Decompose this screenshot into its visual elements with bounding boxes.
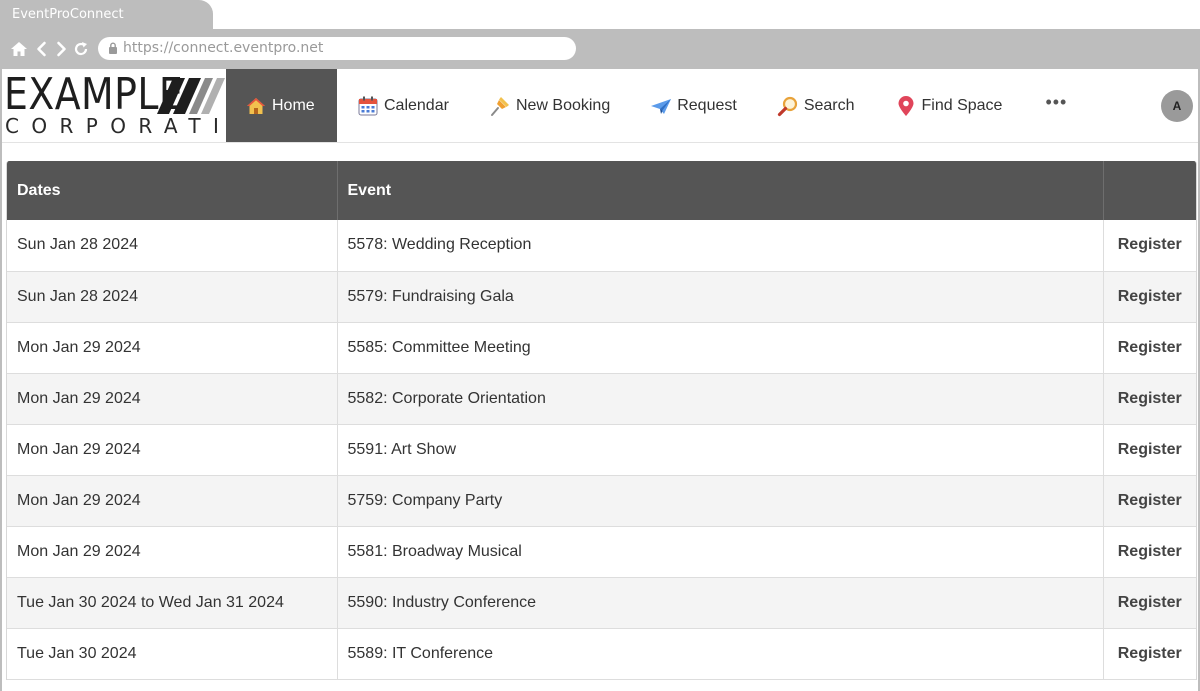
events-table: Dates Event Sun Jan 28 2024 5578: Wedding…: [7, 161, 1196, 680]
nav-item-request[interactable]: Request: [650, 69, 777, 142]
cell-date: Mon Jan 29 2024: [7, 526, 338, 578]
reload-icon[interactable]: [72, 40, 90, 58]
cell-date: Tue Jan 30 2024: [7, 628, 338, 680]
house-icon: [247, 97, 265, 114]
browser-tab-title: EventProConnect: [12, 7, 124, 22]
table-row[interactable]: Mon Jan 29 2024 5585: Committee Meeting Re…: [7, 322, 1196, 374]
top-navigation: EXAMPLE CORPORATION Home Calendar New Bo…: [2, 69, 1198, 143]
table-row[interactable]: Tue Jan 30 2024 to Wed Jan 31 2024 5590: …: [7, 577, 1196, 629]
table-row[interactable]: Mon Jan 29 2024 5582: Corporate Orientati…: [7, 373, 1196, 425]
main-menu: Home Calendar New Booking Request Search…: [226, 69, 1067, 142]
map-pin-icon: [898, 95, 914, 116]
cell-event[interactable]: 5589: IT Conference: [337, 628, 1104, 680]
column-header-action: [1103, 161, 1196, 220]
cell-event[interactable]: 5581: Broadway Musical: [337, 526, 1104, 578]
table-row[interactable]: Mon Jan 29 2024 5759: Company Party Regist…: [7, 475, 1196, 527]
table-header-row: Dates Event: [7, 161, 1196, 220]
back-icon[interactable]: [33, 40, 51, 58]
cell-event[interactable]: 5579: Fundraising Gala: [337, 271, 1104, 323]
nav-label-request: Request: [677, 96, 737, 114]
register-link[interactable]: Register: [1103, 628, 1196, 680]
cell-date: Sun Jan 28 2024: [7, 220, 338, 272]
cell-event[interactable]: 5590: Industry Conference: [337, 577, 1104, 629]
cell-event[interactable]: 5578: Wedding Reception: [337, 220, 1104, 272]
cell-date: Mon Jan 29 2024: [7, 424, 338, 476]
paper-plane-icon: [651, 98, 672, 114]
cell-date: Mon Jan 29 2024: [7, 373, 338, 425]
nav-label-calendar: Calendar: [384, 96, 449, 114]
lock-icon: [109, 42, 117, 54]
nav-item-find-space[interactable]: Find Space: [895, 69, 1043, 142]
browser-tab[interactable]: EventProConnect: [0, 0, 213, 29]
address-bar[interactable]: https://connect.eventpro.net: [98, 37, 576, 60]
cell-date: Tue Jan 30 2024 to Wed Jan 31 2024: [7, 577, 338, 629]
nav-item-new-booking[interactable]: New Booking: [489, 69, 650, 142]
cell-date: Sun Jan 28 2024: [7, 271, 338, 323]
nav-label-find-space: Find Space: [921, 96, 1003, 114]
register-link[interactable]: Register: [1103, 577, 1196, 629]
url-text: https://connect.eventpro.net: [123, 40, 324, 56]
register-link[interactable]: Register: [1103, 424, 1196, 476]
cell-event[interactable]: 5759: Company Party: [337, 475, 1104, 527]
events-table-body: Sun Jan 28 2024 5578: Wedding Reception Re…: [7, 220, 1196, 680]
column-header-dates[interactable]: Dates: [7, 161, 338, 220]
nav-label-search: Search: [803, 96, 855, 114]
cell-event[interactable]: 5585: Committee Meeting: [337, 322, 1104, 374]
cell-date: Mon Jan 29 2024: [7, 322, 338, 374]
user-avatar[interactable]: A: [1161, 90, 1193, 122]
browser-toolbar: https://connect.eventpro.net: [0, 29, 1200, 69]
register-link[interactable]: Register: [1103, 322, 1196, 374]
nav-label-home: Home: [272, 96, 315, 114]
magnifier-icon: [777, 96, 797, 116]
page: EXAMPLE CORPORATION Home Calendar New Bo…: [2, 69, 1198, 691]
nav-label-new-booking: New Booking: [515, 96, 611, 114]
register-link[interactable]: Register: [1103, 373, 1196, 425]
register-link[interactable]: Register: [1103, 526, 1196, 578]
column-header-event[interactable]: Event: [337, 161, 1104, 220]
table-row[interactable]: Tue Jan 30 2024 5589: IT Conference Regist…: [7, 628, 1196, 680]
browser-tab-strip: EventProConnect: [0, 0, 1200, 29]
logo-stripes-icon: [157, 78, 225, 114]
calendar-icon: [358, 96, 378, 115]
register-link[interactable]: Register: [1103, 220, 1196, 272]
register-link[interactable]: Register: [1103, 475, 1196, 527]
table-row[interactable]: Mon Jan 29 2024 5581: Broadway Musical Reg…: [7, 526, 1196, 578]
more-icon: •••: [1045, 92, 1068, 112]
cell-event[interactable]: 5582: Corporate Orientation: [337, 373, 1104, 425]
cell-date: Mon Jan 29 2024: [7, 475, 338, 527]
nav-item-home[interactable]: Home: [226, 69, 337, 142]
forward-icon[interactable]: [52, 40, 70, 58]
nav-item-search[interactable]: Search: [777, 69, 895, 142]
table-row[interactable]: Sun Jan 28 2024 5578: Wedding Reception Re…: [7, 220, 1196, 272]
table-row[interactable]: Mon Jan 29 2024 5591: Art Show Register: [7, 424, 1196, 476]
home-icon[interactable]: [10, 40, 28, 58]
pushpin-icon: [490, 96, 509, 116]
register-link[interactable]: Register: [1103, 271, 1196, 323]
table-row[interactable]: Sun Jan 28 2024 5579: Fundraising Gala Reg…: [7, 271, 1196, 323]
nav-item-calendar[interactable]: Calendar: [337, 69, 489, 142]
company-logo[interactable]: EXAMPLE CORPORATION: [4, 73, 274, 138]
events-table-container: Dates Event Sun Jan 28 2024 5578: Wedding…: [6, 161, 1197, 680]
cell-event[interactable]: 5591: Art Show: [337, 424, 1104, 476]
more-menu-button[interactable]: •••: [1042, 69, 1067, 142]
